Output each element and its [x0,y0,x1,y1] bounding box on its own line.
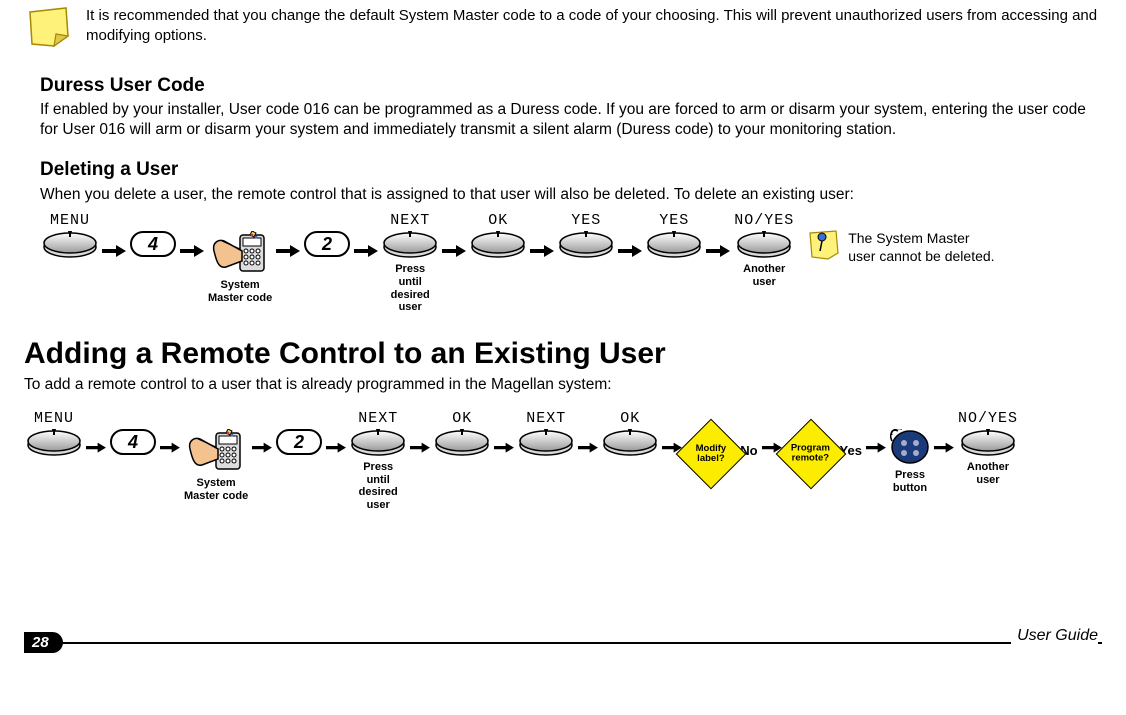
arrow-icon [442,231,466,271]
page-number: 28 [24,632,63,654]
pill-button-icon [382,231,438,259]
pin-note-icon [806,229,842,265]
keycap-2-icon [276,429,322,455]
arrow-icon [86,429,106,469]
deleting-flow: MENU SystemMaster code NEXT Pressuntilde… [40,211,1102,314]
arrow-icon [252,429,272,469]
step-master-code: SystemMaster code [184,409,248,502]
master-code-label: SystemMaster code [208,279,272,304]
step-master-code: SystemMaster code [208,211,272,304]
arrow-icon [494,429,514,469]
pill-button-icon [26,429,82,457]
diamond-icon: Modifylabel? [676,419,747,490]
keycap-4-icon [110,429,156,455]
arrow-icon [276,231,300,271]
arrow-icon [180,231,204,271]
duress-body: If enabled by your installer, User code … [40,100,1102,140]
step-next2: NEXT [518,409,574,457]
arrow-icon [934,429,954,469]
step-yes1: YES [558,211,614,259]
deleting-heading: Deleting a User [40,158,1102,183]
step-modify-label: Modifylabel? [686,409,736,479]
pill-button-icon [736,231,792,259]
step-program-remote: Programremote? [786,409,836,479]
step-key2 [276,409,322,455]
deleting-side-note: The System Master user cannot be deleted… [806,229,996,265]
step-menu: MENU [26,409,82,457]
pill-button-icon [350,429,406,457]
recommendation-text: It is recommended that you change the de… [86,6,1102,45]
step-press-button: Pressbutton [890,409,930,494]
pill-button-icon [518,429,574,457]
step-next: NEXT Pressuntildesireduser [382,211,438,314]
arrow-icon [326,429,346,469]
pill-button-icon [602,429,658,457]
arrow-icon [706,231,730,271]
step-noyes: NO/YES Anotheruser [958,409,1018,486]
remote-icon [890,429,930,465]
arrow-icon [578,429,598,469]
keycap-4-icon [130,231,176,257]
arrow-icon [866,429,886,469]
pill-button-icon [470,231,526,259]
another-user-label: Anotheruser [743,263,785,288]
step-key4 [110,409,156,455]
arrow-icon [410,429,430,469]
arrow-icon [618,231,642,271]
step-key4 [130,211,176,257]
adding-intro: To add a remote control to a user that i… [24,375,1102,395]
pill-button-icon [42,231,98,259]
pill-button-icon [434,429,490,457]
step-ok1: OK [434,409,490,457]
deleting-intro: When you delete a user, the remote contr… [40,185,1102,205]
arrow-icon [160,429,180,469]
step-key2 [304,211,350,257]
arrow-icon [354,231,378,271]
pill-button-icon [960,429,1016,457]
pill-button-icon [558,231,614,259]
adding-heading: Adding a Remote Control to an Existing U… [24,334,1102,373]
hand-keypad-icon [212,231,268,275]
step-next1: NEXT Pressuntildesireduser [350,409,406,512]
recommendation-note: It is recommended that you change the de… [24,6,1102,56]
diamond-icon: Programremote? [775,419,846,490]
press-until-label: Pressuntildesireduser [391,263,430,314]
step-ok: OK [470,211,526,259]
keycap-2-icon [304,231,350,257]
step-ok2: OK [602,409,658,457]
pill-button-icon [646,231,702,259]
arrow-icon [530,231,554,271]
page-footer: 28 User Guide [24,632,1102,656]
footer-title: User Guide [1011,626,1098,647]
arrow-icon [102,231,126,271]
step-yes2: YES [646,211,702,259]
hand-keypad-icon [188,429,244,473]
arrow-icon [762,429,782,469]
step-menu: MENU [42,211,98,259]
note-icon [24,6,74,56]
duress-heading: Duress User Code [40,74,1102,99]
adding-flow: MENU SystemMaster code NEXT Pressuntilde… [24,409,1102,512]
step-noyes: NO/YES Anotheruser [734,211,794,288]
